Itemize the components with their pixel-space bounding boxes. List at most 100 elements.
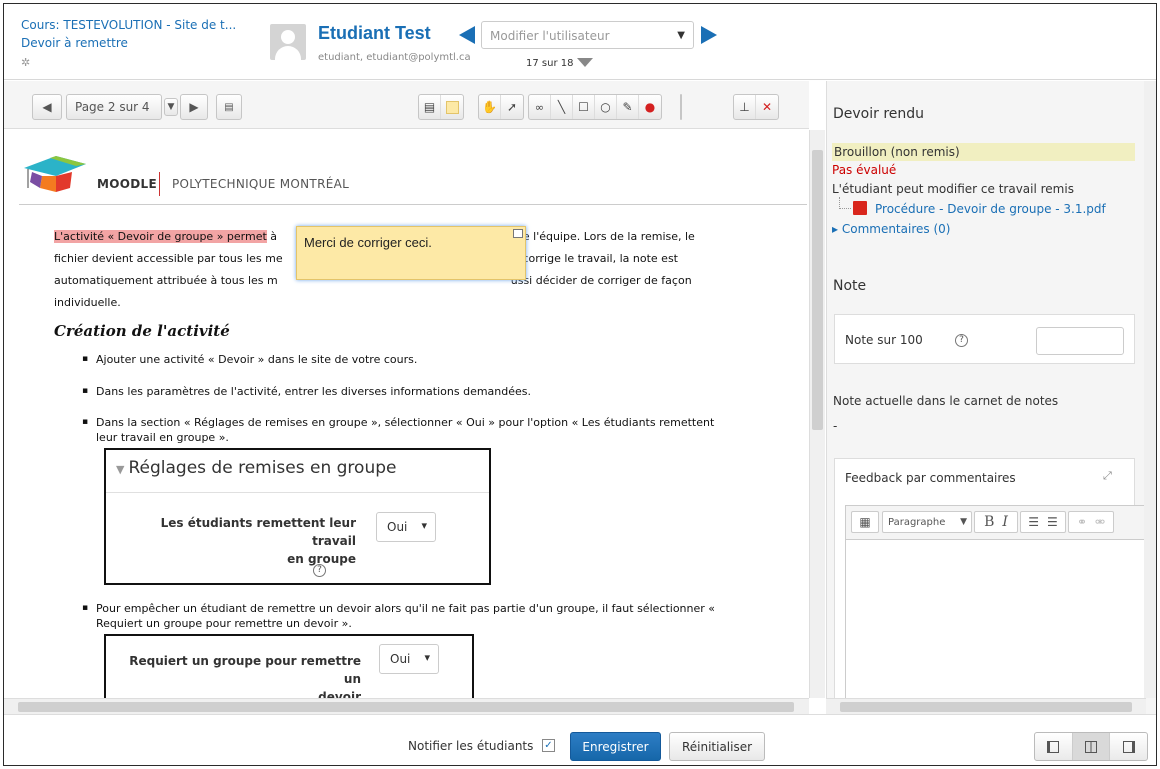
page-dropdown-icon[interactable]: ▼ bbox=[164, 98, 178, 116]
stamp-tools: ⊥ ✕ bbox=[733, 94, 779, 120]
embed-label: Les étudiants remettent leur travail en g… bbox=[160, 516, 356, 566]
highlighter-icon[interactable]: ● bbox=[639, 95, 661, 119]
tree-connector bbox=[839, 197, 851, 209]
para-text: individuelle. bbox=[54, 296, 121, 309]
drawing-tools: ∞ ╲ ☐ ○ ✎ ● bbox=[528, 94, 662, 120]
filter-icon[interactable] bbox=[577, 58, 593, 67]
notify-checkbox[interactable]: ✓ bbox=[542, 739, 555, 752]
unlink-icon[interactable]: ⚮ bbox=[1095, 515, 1105, 529]
divider bbox=[19, 204, 807, 205]
layout-left-icon[interactable] bbox=[1035, 733, 1073, 760]
help-icon: ? bbox=[313, 564, 326, 577]
grade-input[interactable] bbox=[1036, 327, 1124, 355]
user-select-placeholder: Modifier l'utilisateur bbox=[490, 29, 610, 43]
pen-icon[interactable]: ✎ bbox=[617, 95, 639, 119]
misc-tools bbox=[680, 94, 682, 120]
list-item: Dans les paramètres de l'activité, entre… bbox=[82, 384, 716, 399]
oval-icon[interactable]: ○ bbox=[595, 95, 617, 119]
link-group: ⚭ ⚮ bbox=[1068, 511, 1114, 533]
format-label: Paragraphe bbox=[888, 516, 946, 528]
prev-page-button[interactable]: ◀ bbox=[32, 94, 62, 120]
annotation-toolbar: ◀ Page 2 sur 4 ▼ ▶ ▤ ▤ ✋ ➚ ∞ ╲ ☐ ○ ✎ ● ⊥… bbox=[4, 81, 809, 129]
embed-select: Oui bbox=[376, 512, 436, 542]
comment-color-icon[interactable] bbox=[441, 95, 463, 119]
page-label: Page 2 sur 4 bbox=[75, 100, 150, 114]
bullet-list-icon[interactable]: ☰ bbox=[1028, 515, 1039, 529]
save-button[interactable]: Enregistrer bbox=[570, 732, 661, 761]
header: Cours: TESTEVOLUTION - Site de t... Devo… bbox=[4, 4, 1156, 80]
footer: Notifier les étudiants ✓ Enregistrer Réi… bbox=[4, 714, 1156, 765]
para-text: toute l'équipe. Lors de la remise, le bbox=[497, 230, 695, 243]
previous-user-icon[interactable] bbox=[459, 26, 475, 44]
avatar bbox=[270, 24, 306, 60]
screenshot-embed-2: Requiert un groupe pour remettre un devoi… bbox=[104, 634, 474, 698]
para-text: automatiquement attribuée à tous les m bbox=[54, 274, 278, 287]
rectangle-icon[interactable]: ☐ bbox=[573, 95, 595, 119]
grade-label: Note sur 100 bbox=[845, 333, 923, 347]
hand-icon[interactable]: ✋ bbox=[479, 95, 501, 119]
embed-label: Requiert un groupe pour remettre un devoi… bbox=[129, 654, 361, 698]
section-heading: Création de l'activité bbox=[54, 322, 230, 340]
para-text: t corrige le travail, la note est bbox=[514, 252, 678, 265]
comment-menu-icon[interactable] bbox=[513, 229, 523, 238]
list-group: ☰ ☰ bbox=[1020, 511, 1066, 533]
assignment-link[interactable]: Devoir à remettre bbox=[21, 36, 128, 50]
highlighted-text[interactable]: L'activité « Devoir de groupe » permet bbox=[54, 230, 267, 243]
current-grade-value: - bbox=[833, 419, 838, 433]
course-title-link[interactable]: Cours: TESTEVOLUTION - Site de t... bbox=[21, 18, 236, 32]
comment-tool-icon[interactable]: ∞ bbox=[529, 95, 551, 119]
layout-split-icon[interactable] bbox=[1072, 733, 1111, 760]
italic-icon[interactable]: I bbox=[1002, 514, 1008, 530]
panel-horizontal-scrollbar[interactable] bbox=[826, 698, 1146, 714]
pdf-viewer[interactable]: MOODLE POLYTECHNIQUE MONTRÉAL L'activité… bbox=[4, 130, 807, 698]
next-page-button[interactable]: ▶ bbox=[180, 94, 208, 120]
stamp-icon[interactable]: ⊥ bbox=[734, 95, 756, 119]
list-item: Pour empêcher un étudiant de remettre un… bbox=[82, 601, 716, 631]
link-icon[interactable]: ⚭ bbox=[1077, 515, 1087, 529]
delete-icon[interactable]: ✕ bbox=[756, 95, 778, 119]
comments-label: Commentaires (0) bbox=[841, 222, 951, 236]
document-horizontal-scrollbar[interactable] bbox=[4, 698, 809, 714]
bold-icon[interactable]: B bbox=[984, 514, 994, 530]
format-select[interactable]: Paragraphe ▼ bbox=[882, 511, 972, 533]
user-select[interactable]: Modifier l'utilisateur ▼ bbox=[481, 21, 694, 49]
expand-icon[interactable]: ⤢ bbox=[1103, 469, 1112, 483]
page-select[interactable]: Page 2 sur 4 bbox=[66, 94, 162, 120]
screenshot-embed-1: ▼ Réglages de remises en groupe Les étudi… bbox=[104, 448, 491, 585]
layout-right-icon[interactable] bbox=[1110, 733, 1147, 760]
list-item: Ajouter une activité « Devoir » dans le … bbox=[82, 352, 716, 367]
feedback-label: Feedback par commentaires bbox=[845, 471, 1016, 485]
gear-icon[interactable]: ✲ bbox=[21, 56, 30, 69]
para-text: ussi décider de corriger de façon bbox=[510, 274, 692, 287]
toolbar-toggle-icon[interactable]: ▦ bbox=[851, 511, 879, 533]
comment-list-icon[interactable]: ▤ bbox=[419, 95, 441, 119]
annotation-text[interactable]: Merci de corriger ceci. bbox=[304, 235, 432, 250]
embed-select: Oui bbox=[379, 644, 439, 674]
panel-vertical-scrollbar[interactable] bbox=[1144, 81, 1156, 698]
grade-box: Note sur 100 ? bbox=[834, 314, 1135, 364]
student-meta: etudiant, etudiant@polymtl.ca bbox=[318, 52, 471, 63]
search-comments-icon[interactable]: ▤ bbox=[216, 94, 242, 120]
layout-switcher bbox=[1034, 732, 1148, 761]
comments-toggle[interactable]: ▸ Commentaires (0) bbox=[832, 222, 950, 236]
editor-toolbar: ▦ Paragraphe ▼ BI ☰ ☰ ⚭ ⚮ bbox=[845, 505, 1145, 539]
text-style-group: BI bbox=[974, 511, 1018, 533]
navigation-tools: ✋ ➚ bbox=[478, 94, 524, 120]
para-text: fichier devient accessible par tous les … bbox=[54, 252, 283, 265]
student-name[interactable]: Etudiant Test bbox=[318, 23, 431, 44]
reset-button[interactable]: Réinitialiser bbox=[669, 732, 765, 761]
list-item: Dans la section « Réglages de remises en… bbox=[82, 415, 716, 445]
app-window: Cours: TESTEVOLUTION - Site de t... Devo… bbox=[3, 3, 1157, 766]
chevron-down-icon: ▼ bbox=[677, 30, 685, 41]
document-vertical-scrollbar[interactable] bbox=[809, 130, 825, 698]
help-icon[interactable]: ? bbox=[955, 334, 968, 347]
next-user-icon[interactable] bbox=[701, 26, 717, 44]
feedback-editor[interactable] bbox=[845, 539, 1145, 715]
submission-file-link[interactable]: Procédure - Devoir de groupe - 3.1.pdf bbox=[875, 202, 1106, 216]
line-icon[interactable]: ╲ bbox=[551, 95, 573, 119]
numbered-list-icon[interactable]: ☰ bbox=[1047, 515, 1058, 529]
status-grading: Pas évalué bbox=[832, 163, 897, 177]
pointer-icon[interactable]: ➚ bbox=[501, 95, 523, 119]
logo-divider bbox=[159, 172, 160, 196]
annotation-comment[interactable]: Merci de corriger ceci. bbox=[296, 226, 526, 280]
